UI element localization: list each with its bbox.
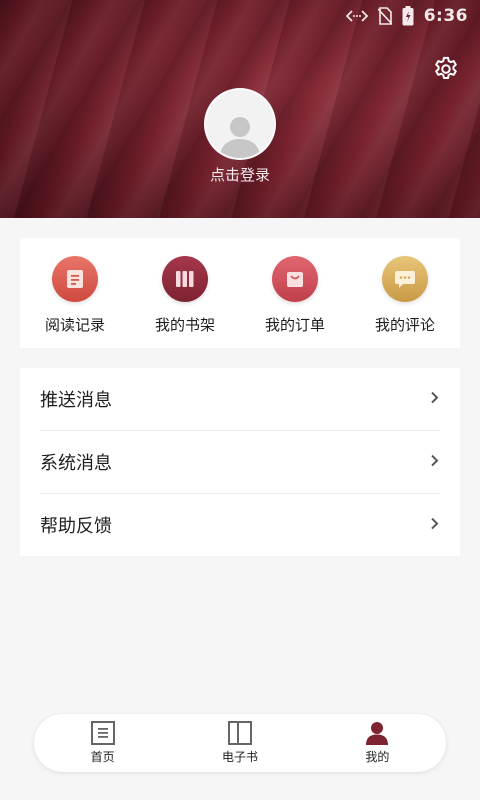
avatar[interactable] — [204, 88, 276, 160]
status-bar: 6:36 — [345, 6, 468, 26]
shopping-bag-icon — [287, 272, 303, 287]
quick-action-label: 我的评论 — [374, 316, 435, 334]
menu-item-push-messages[interactable]: 推送消息 — [40, 368, 440, 430]
nav-tab-home[interactable]: 首页 — [34, 714, 171, 772]
nav-tab-label: 首页 — [90, 750, 115, 764]
quick-action-icon-bg — [272, 256, 318, 302]
gear-icon — [435, 56, 457, 79]
menu-item-system-messages[interactable]: 系统消息 — [40, 430, 440, 493]
nav-tab-mine[interactable]: 我的 — [309, 714, 446, 772]
code-arrows-icon — [345, 10, 368, 22]
nav-tab-label: 我的 — [365, 750, 390, 764]
quick-action-icon-bg — [382, 256, 428, 302]
battery-icon — [402, 6, 414, 26]
document-icon — [67, 270, 83, 288]
quick-action-comments[interactable]: 我的评论 — [350, 238, 460, 348]
chevron-right-icon — [431, 517, 439, 530]
menu-item-help-feedback[interactable]: 帮助反馈 — [40, 493, 440, 556]
chevron-right-icon — [431, 454, 439, 467]
quick-action-label: 我的书架 — [154, 316, 215, 334]
quick-actions-card: 阅读记录 我的书架 我的订单 我的评论 — [20, 238, 460, 348]
menu-item-label: 推送消息 — [40, 390, 112, 411]
bottom-navigation: 首页 电子书 我的 — [34, 714, 446, 772]
chevron-right-icon — [431, 391, 439, 404]
quick-action-bookshelf[interactable]: 我的书架 — [130, 238, 240, 348]
quick-action-orders[interactable]: 我的订单 — [240, 238, 350, 348]
chat-bubble-icon — [395, 271, 415, 288]
settings-button[interactable] — [432, 55, 460, 83]
status-time: 6:36 — [423, 6, 468, 26]
profile-header: 6:36 点击登录 — [0, 0, 480, 218]
user-silhouette-icon — [220, 117, 260, 158]
nav-tab-ebook[interactable]: 电子书 — [171, 714, 308, 772]
menu-item-label: 帮助反馈 — [40, 516, 112, 537]
quick-action-reading-history[interactable]: 阅读记录 — [20, 238, 130, 348]
bookshelf-icon — [176, 271, 194, 287]
open-book-icon — [227, 721, 252, 745]
menu-item-label: 系统消息 — [40, 453, 112, 474]
login-link[interactable]: 点击登录 — [0, 164, 480, 185]
quick-action-label: 我的订单 — [264, 316, 325, 334]
profile-icon — [366, 722, 389, 745]
quick-action-icon-bg — [162, 256, 208, 302]
quick-action-icon-bg — [52, 256, 98, 302]
nav-tab-label: 电子书 — [221, 750, 258, 764]
no-sim-icon — [377, 7, 392, 25]
home-doc-icon — [90, 721, 115, 745]
message-menu-card: 推送消息 系统消息 帮助反馈 — [20, 368, 460, 556]
quick-action-label: 阅读记录 — [44, 316, 105, 334]
